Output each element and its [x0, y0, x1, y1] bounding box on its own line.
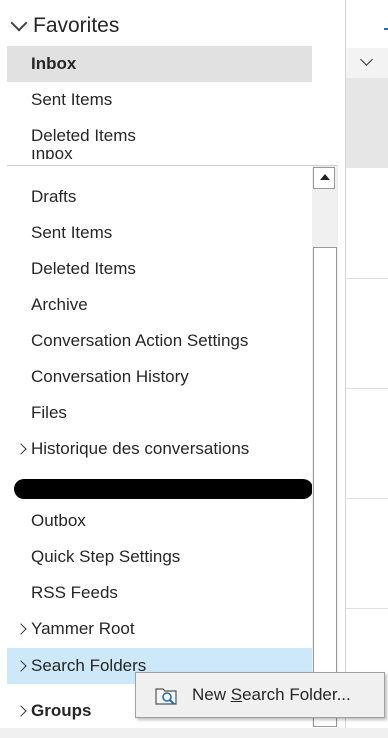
groups-label: Groups	[31, 701, 92, 720]
folder-item-conversation-action-settings[interactable]: Conversation Action Settings	[7, 323, 312, 359]
folder-label: Deleted Items	[31, 259, 136, 278]
folder-item-outbox[interactable]: Outbox	[7, 503, 312, 539]
folder-item-archive[interactable]: Archive	[7, 287, 312, 323]
folder-item-inbox-partial[interactable]: Inbox	[7, 150, 312, 166]
favorites-label: Favorites	[33, 14, 120, 37]
menu-accelerator-key: S	[230, 685, 243, 704]
favorite-item-sent-items[interactable]: Sent Items	[7, 82, 312, 118]
scroll-up-button[interactable]	[313, 167, 335, 189]
folder-label: Sent Items	[31, 90, 113, 109]
folder-label: Archive	[31, 295, 88, 314]
folder-item-sent-items[interactable]: Sent Items	[7, 215, 312, 251]
selected-message-row[interactable]	[346, 78, 388, 168]
folder-item-yammer-root[interactable]: Yammer Root	[7, 611, 312, 647]
favorites-header[interactable]: Favorites	[0, 8, 340, 44]
folder-label: Sent Items	[31, 223, 113, 242]
chevron-right-icon[interactable]	[15, 443, 27, 455]
favorite-item-inbox[interactable]: Inbox	[7, 46, 312, 82]
folder-item-conversation-history[interactable]: Conversation History	[7, 359, 312, 395]
folder-item-rss-feeds[interactable]: RSS Feeds	[7, 575, 312, 611]
folder-label: Files	[31, 403, 67, 422]
message-row-divider	[346, 498, 388, 499]
folder-label: Inbox	[31, 54, 77, 73]
folder-label: Historique des conversations	[31, 439, 250, 458]
chevron-right-icon[interactable]	[15, 660, 27, 672]
redacted-folder-item	[14, 479, 313, 499]
folder-item-files[interactable]: Files	[7, 395, 312, 431]
folder-item-drafts[interactable]: Drafts	[7, 179, 312, 215]
menu-label-suffix: earch Folder...	[242, 685, 351, 704]
message-row-divider	[346, 608, 388, 609]
message-row-divider	[346, 388, 388, 389]
new-search-folder-icon	[155, 688, 177, 705]
menu-item-new-search-folder[interactable]: New Search Folder...	[192, 684, 351, 706]
folder-label: Conversation History	[31, 367, 189, 386]
folder-label: Inbox	[31, 150, 73, 163]
folder-label: Quick Step Settings	[31, 547, 181, 566]
chevron-right-icon[interactable]	[15, 623, 27, 635]
menu-label-prefix: New	[192, 685, 231, 704]
chevron-right-icon[interactable]	[15, 705, 27, 717]
message-list-link-fragment	[384, 28, 388, 30]
chevron-down-icon	[10, 14, 28, 32]
message-row-divider	[346, 278, 388, 279]
folder-item-historique-des-conversations[interactable]: Historique des conversations	[7, 431, 312, 467]
folder-label: Drafts	[31, 187, 77, 206]
bottom-strip	[0, 728, 388, 738]
folder-label: Outbox	[31, 511, 86, 530]
folder-label: Yammer Root	[31, 619, 135, 638]
folder-label: RSS Feeds	[31, 583, 118, 602]
folder-label: Search Folders	[31, 656, 147, 675]
folder-item-quick-step-settings[interactable]: Quick Step Settings	[7, 539, 312, 575]
folder-item-deleted-items[interactable]: Deleted Items	[7, 251, 312, 287]
scroll-thumb[interactable]	[313, 247, 337, 727]
folder-label: Deleted Items	[31, 126, 136, 145]
folder-label: Conversation Action Settings	[31, 331, 249, 350]
favorite-item-deleted-items[interactable]: Deleted Items	[7, 118, 312, 154]
